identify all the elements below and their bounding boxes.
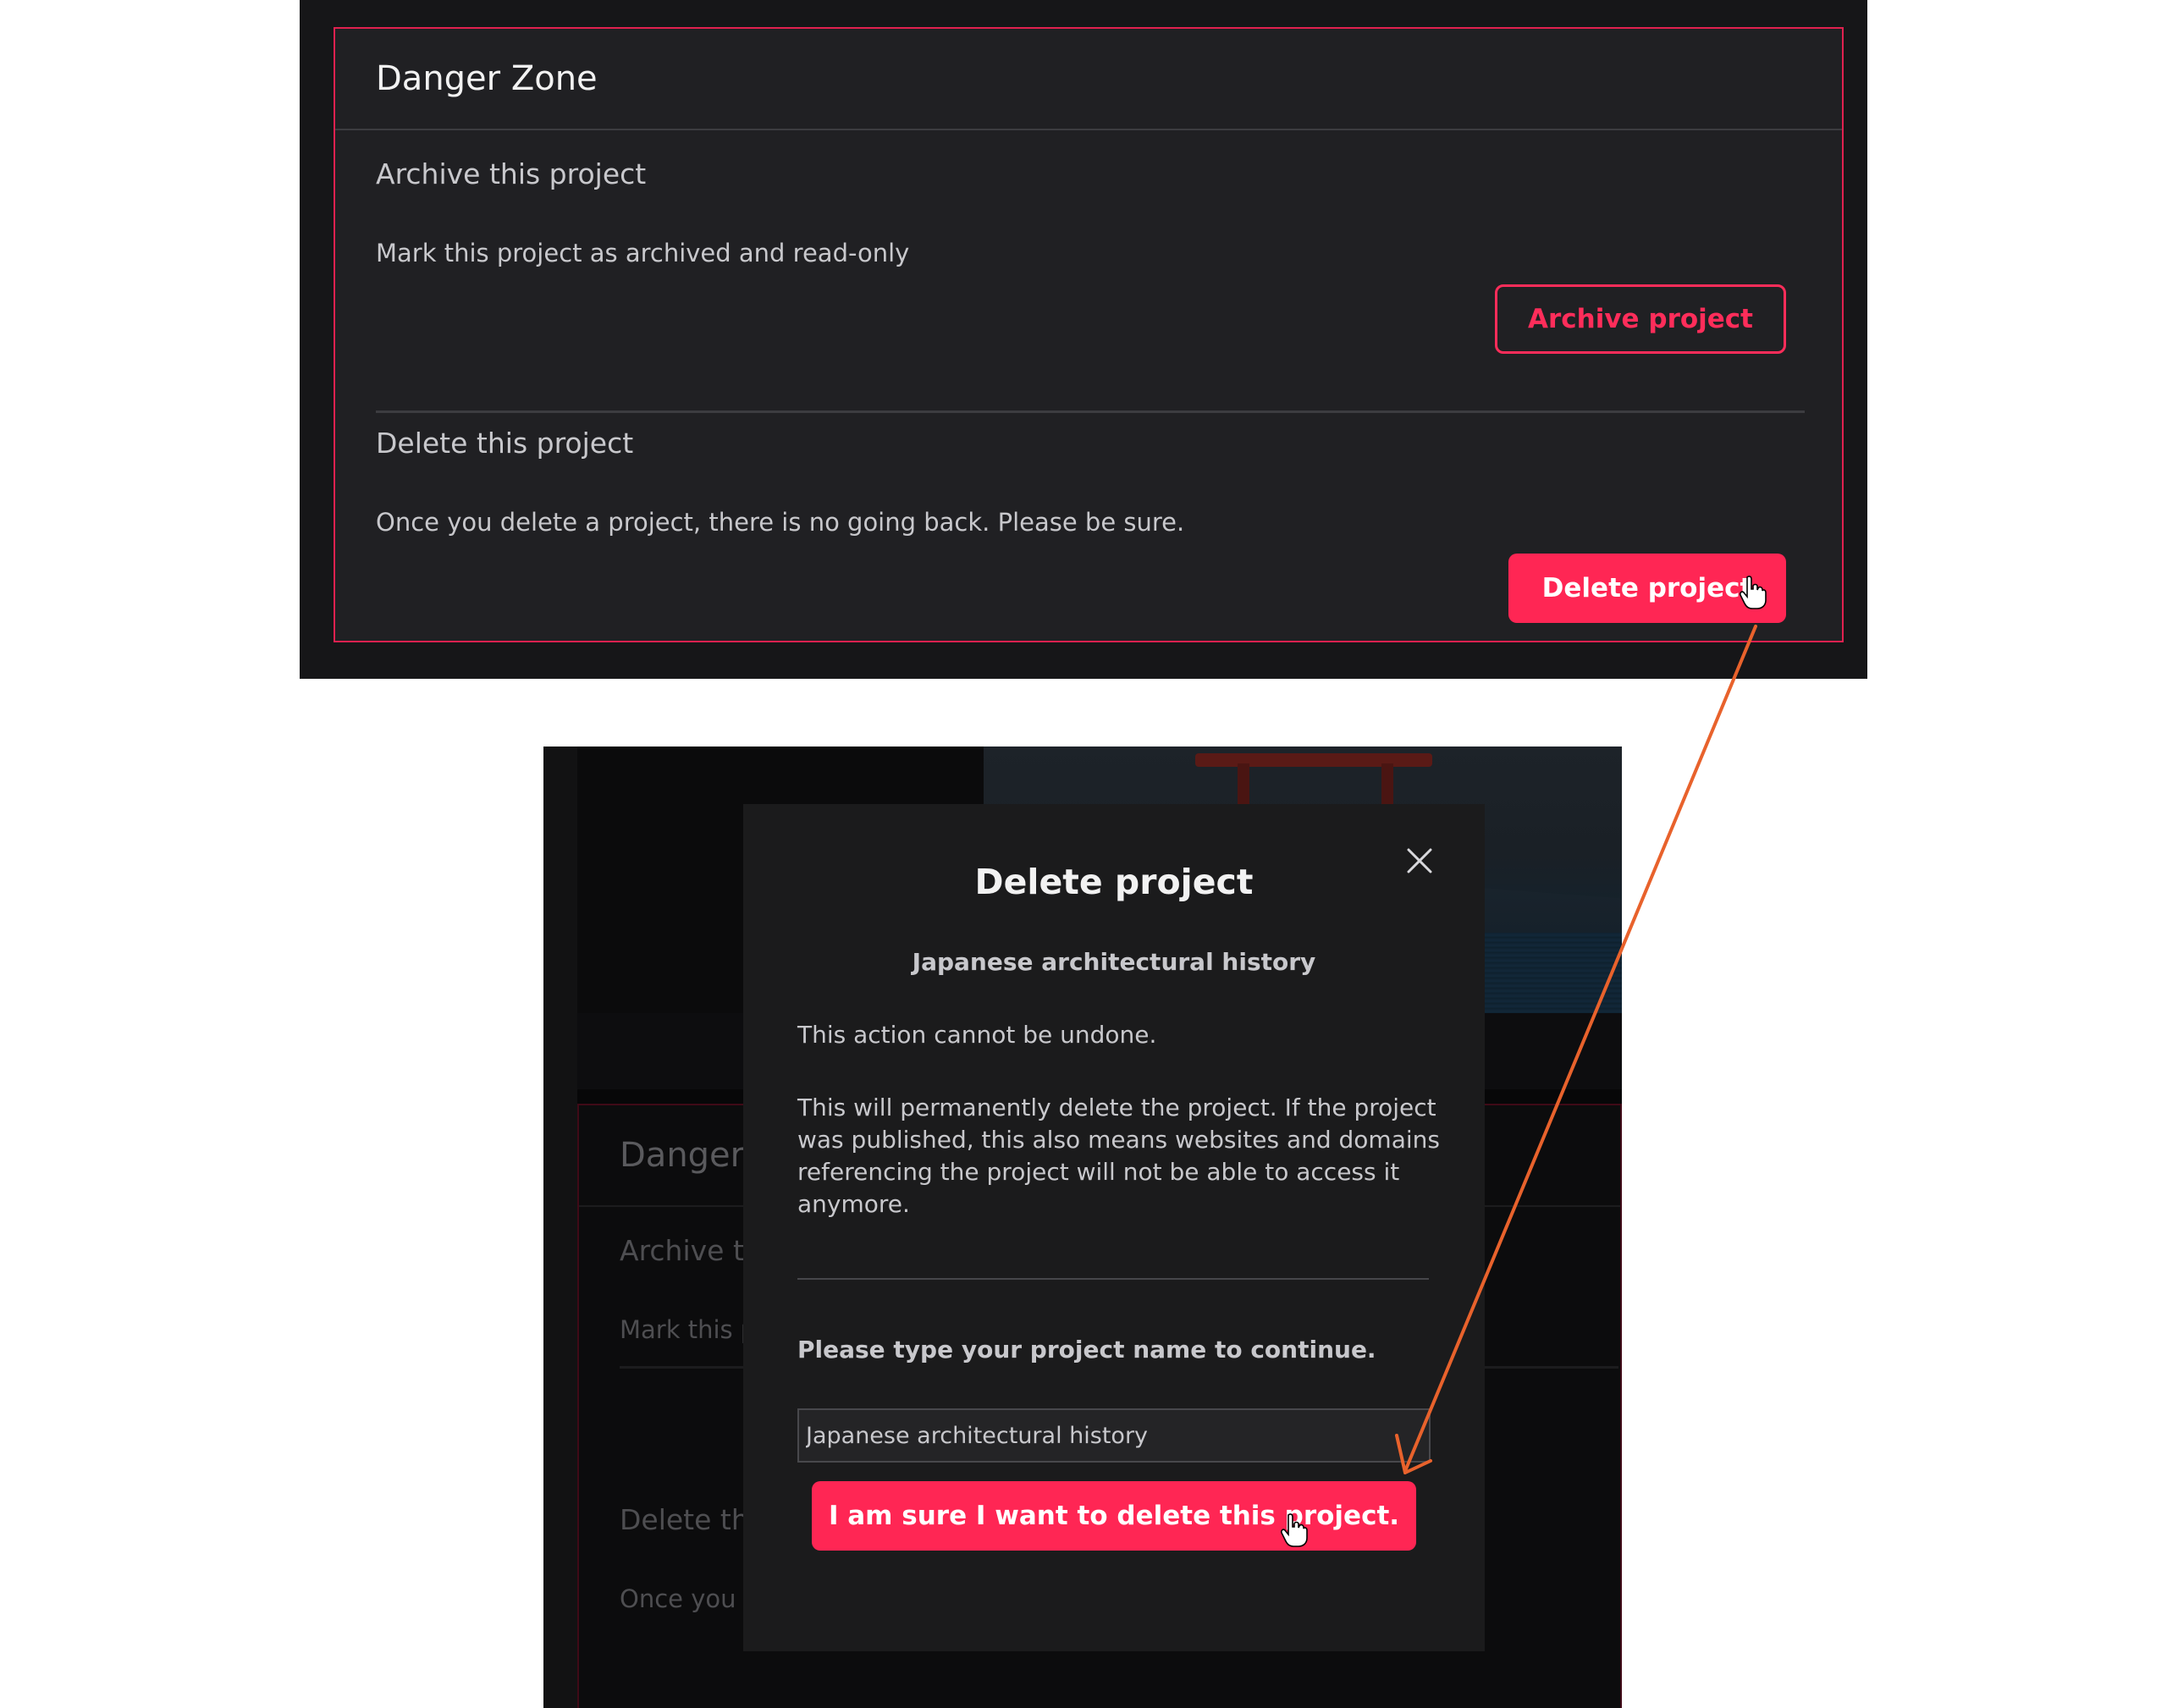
background-sidebar <box>543 747 577 1708</box>
background-archive-heading: Archive th <box>620 1234 762 1267</box>
delete-heading: Delete this project <box>376 427 634 460</box>
danger-zone-header: Danger Zone <box>335 29 1842 130</box>
hand-pointer-icon <box>1281 1513 1308 1547</box>
confirm-delete-button[interactable]: I am sure I want to delete this project. <box>812 1481 1416 1551</box>
modal-title: Delete project <box>974 862 1254 902</box>
archive-description: Mark this project as archived and read-o… <box>376 239 910 267</box>
delete-project-modal: Delete project Japanese architectural hi… <box>743 804 1485 1651</box>
delete-description: Once you delete a project, there is no g… <box>376 508 1185 537</box>
modal-prompt: Please type your project name to continu… <box>797 1336 1376 1364</box>
modal-warning: This action cannot be undone. <box>797 1021 1157 1049</box>
project-name-input[interactable] <box>797 1408 1431 1463</box>
archive-project-button[interactable]: Archive project <box>1495 284 1786 354</box>
cover-torii-gate <box>1195 753 1432 767</box>
danger-zone-card: Danger Zone Archive this project Mark th… <box>334 27 1844 642</box>
modal-project-name: Japanese architectural history <box>912 948 1316 976</box>
modal-details: This will permanently delete the project… <box>797 1094 1440 1218</box>
background-archive-desc: Mark this p <box>620 1315 757 1344</box>
archive-section: Archive this project Mark this project a… <box>376 157 1805 413</box>
background-delete-desc: Once you c <box>620 1584 758 1613</box>
danger-zone-screenshot: Danger Zone Archive this project Mark th… <box>300 0 1867 679</box>
danger-zone-title: Danger Zone <box>376 59 598 98</box>
background-delete-heading: Delete th <box>620 1503 749 1536</box>
hand-pointer-icon <box>1740 576 1767 609</box>
archive-heading: Archive this project <box>376 157 647 190</box>
modal-divider <box>797 1278 1429 1280</box>
delete-modal-screenshot: Danger Archive th Mark this p Delete th … <box>543 747 1622 1708</box>
delete-section: Delete this project Once you delete a pr… <box>376 427 1805 630</box>
